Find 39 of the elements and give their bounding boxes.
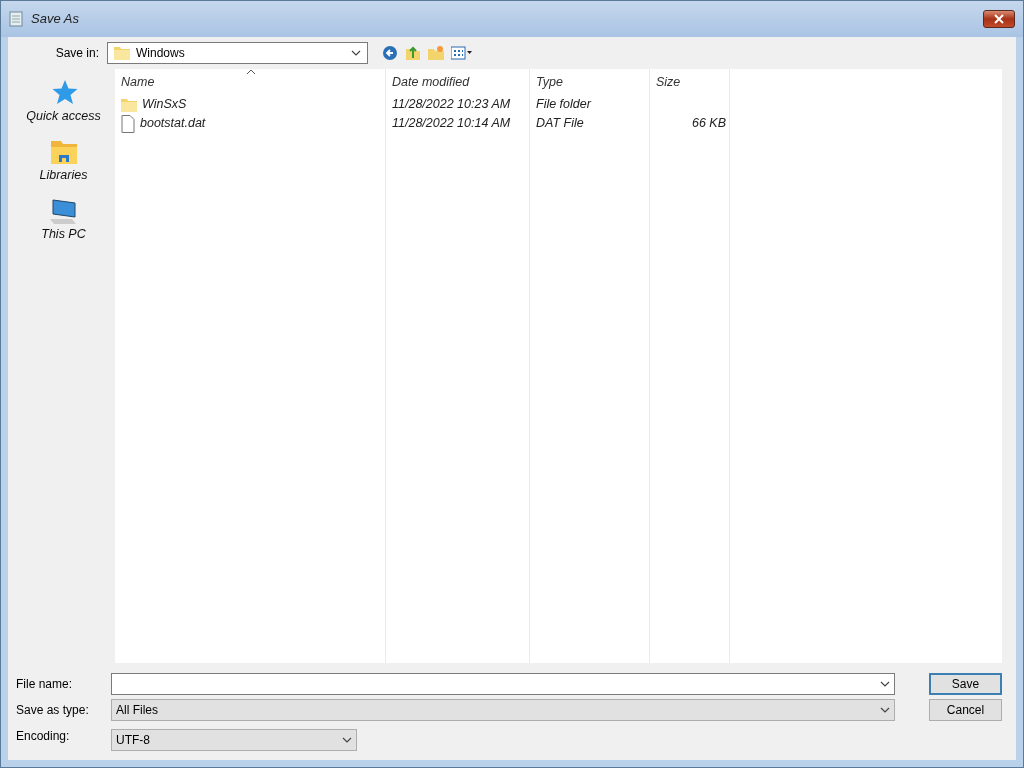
table-cell-text: DAT File bbox=[536, 115, 584, 133]
caret-icon bbox=[880, 706, 890, 714]
places-item[interactable]: Libraries bbox=[39, 137, 88, 185]
caret-icon bbox=[351, 49, 361, 57]
save-as-type-dropdown[interactable]: All Files bbox=[111, 699, 895, 721]
caret-icon bbox=[342, 736, 352, 744]
file-icon bbox=[121, 114, 135, 133]
folder-icon bbox=[121, 96, 137, 113]
dialog-button[interactable]: Cancel bbox=[929, 699, 1002, 721]
close-button[interactable] bbox=[983, 10, 1015, 28]
location-dropdown[interactable]: Windows bbox=[107, 42, 368, 64]
places-item[interactable]: This PC bbox=[41, 196, 86, 244]
table-cell-text: 11/28/2022 10:14 AM bbox=[392, 115, 511, 133]
notepad-icon bbox=[9, 11, 23, 27]
file-name-field[interactable] bbox=[111, 673, 895, 695]
file-name[interactable]: WinSxS bbox=[142, 95, 187, 114]
table-cell-text: 66 KB bbox=[691, 115, 726, 133]
view-menu-icon bbox=[451, 45, 473, 61]
back-button[interactable] bbox=[382, 45, 398, 61]
window-title: Save As bbox=[31, 10, 79, 29]
encoding-dropdown[interactable]: UTF-8 bbox=[111, 729, 357, 751]
encoding-label: Encoding: bbox=[16, 728, 71, 745]
file-name-label: File name: bbox=[16, 676, 74, 693]
file-name[interactable]: bootstat.dat bbox=[140, 114, 206, 133]
up-folder-icon bbox=[405, 45, 421, 61]
save-as-type-label: Save as type: bbox=[16, 702, 90, 719]
save-in-label: Save in: bbox=[54, 45, 100, 62]
new-folder-icon bbox=[428, 45, 444, 61]
back-icon bbox=[382, 45, 398, 61]
table-cell-text: File folder bbox=[536, 96, 591, 114]
computer-icon bbox=[49, 196, 78, 225]
table-cell-text: 11/28/2022 10:23 AM bbox=[392, 96, 511, 114]
caret-icon bbox=[880, 680, 890, 688]
folder-icon bbox=[114, 45, 130, 61]
up-folder-button[interactable] bbox=[405, 45, 421, 61]
view-menu-button[interactable] bbox=[451, 45, 473, 61]
close-icon bbox=[993, 13, 1005, 25]
places-item[interactable]: Quick access bbox=[26, 79, 101, 126]
dialog-button[interactable]: Save bbox=[929, 673, 1002, 695]
